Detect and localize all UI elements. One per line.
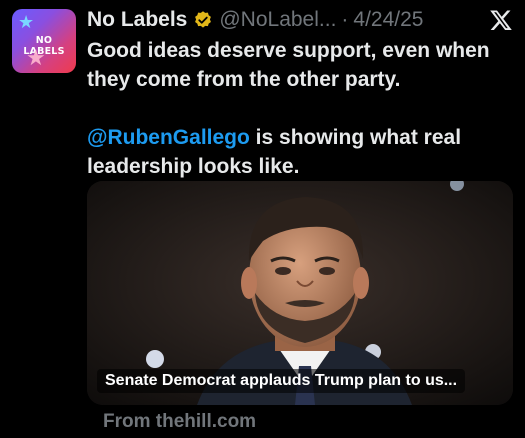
post-header: No Labels @NoLabel... · 4/24/25 [87,7,513,33]
star-icon: ★ [26,45,46,70]
mention-link[interactable]: @RubenGallego [87,126,250,149]
post-text: Good ideas deserve support, even when th… [87,36,507,181]
link-card[interactable]: Senate Democrat applauds Trump plan to u… [87,181,513,405]
post-paragraph: Good ideas deserve support, even when th… [87,39,490,91]
post-paragraph: @RubenGallego is showing what real leade… [87,123,507,181]
link-source[interactable]: From thehill.com [103,411,256,433]
x-logo-icon[interactable] [489,8,513,32]
verified-badge-icon[interactable] [193,10,213,30]
star-icon: ★ [18,12,35,32]
display-name[interactable]: No Labels [87,8,187,32]
link-card-title[interactable]: Senate Democrat applauds Trump plan to u… [97,369,466,393]
user-handle[interactable]: @NoLabel... [219,8,336,32]
post-date[interactable]: 4/24/25 [353,8,423,32]
avatar[interactable]: ★ NO LABELS ★ [12,9,76,73]
separator-dot: · [341,8,349,31]
